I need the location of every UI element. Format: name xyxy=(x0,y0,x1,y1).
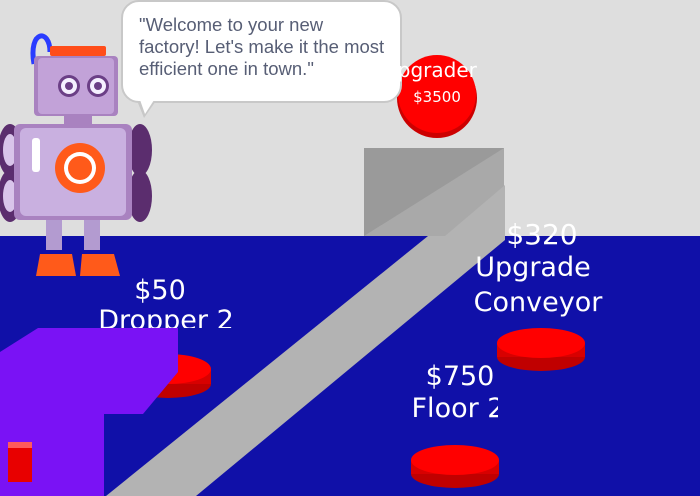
upgrade-conveyor-pad[interactable] xyxy=(497,328,585,371)
speech-bubble-tail-inner xyxy=(139,97,156,114)
floor-2-price: $750 xyxy=(425,361,495,392)
upgrade-conveyor-line1: Upgrade xyxy=(475,252,591,283)
upgrader-price: $3500 xyxy=(413,88,461,106)
upgrade-conveyor-line2: Conveyor xyxy=(473,287,603,318)
dropper-2-price: $50 xyxy=(134,275,186,306)
floor-2-pad[interactable] xyxy=(411,445,499,488)
upgrade-conveyor-price: $320 xyxy=(506,218,578,251)
ore-cube xyxy=(8,442,32,482)
speech-text: "Welcome to your new factory! Let's make… xyxy=(139,14,385,79)
speech-bubble: "Welcome to your new factory! Let's make… xyxy=(121,0,402,103)
